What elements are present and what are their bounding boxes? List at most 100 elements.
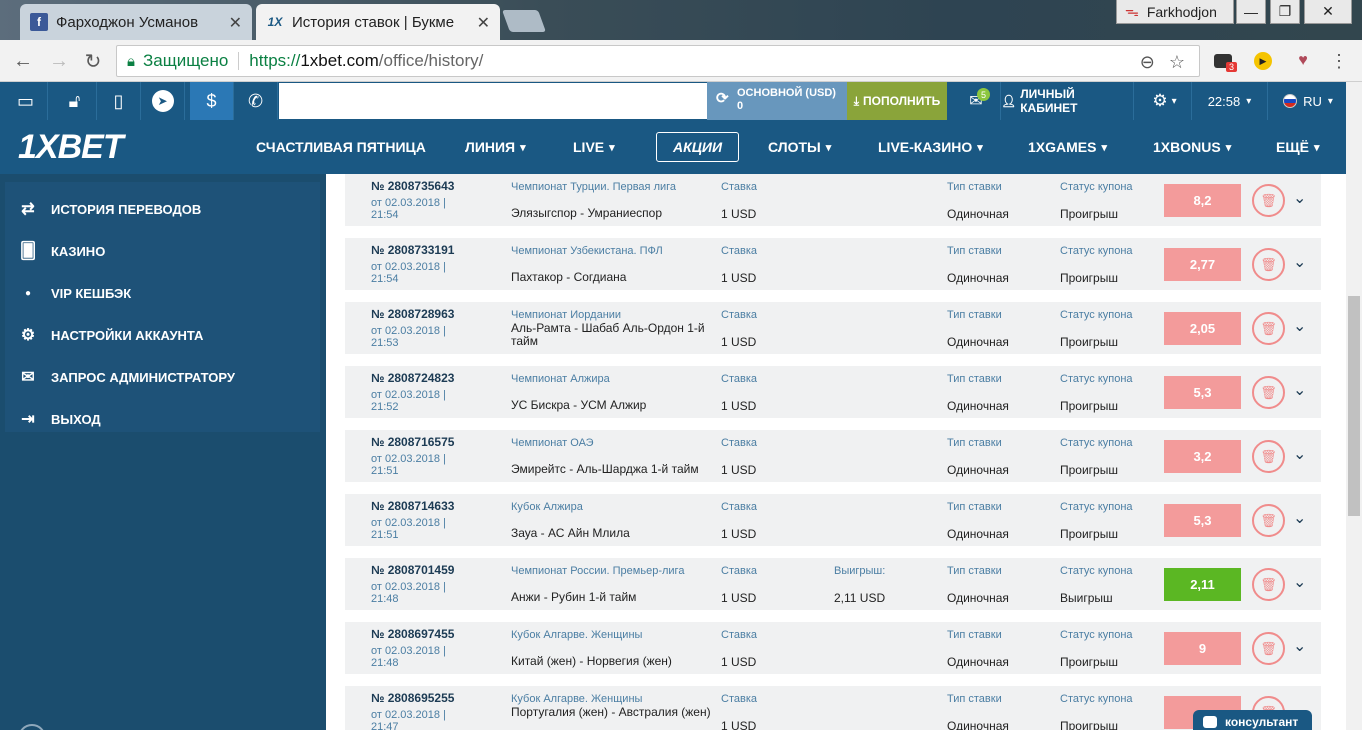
back-arrow-icon[interactable]: ← bbox=[10, 48, 36, 74]
minimize-button[interactable]: — bbox=[1236, 0, 1266, 24]
maximize-button[interactable]: ❐ bbox=[1270, 0, 1300, 24]
bet-league[interactable]: Чемпионат Турции. Первая лига bbox=[511, 181, 676, 193]
browser-tab-active[interactable]: 1X История ставок | Букме ✕ bbox=[256, 4, 500, 40]
trash-icon[interactable]: 🗑︎ bbox=[1252, 312, 1285, 345]
bet-time: 21:52 bbox=[371, 401, 399, 413]
sidebar-item-admin-request[interactable]: ✉ ЗАПРОС АДМИНИСТРАТОРУ bbox=[5, 356, 320, 398]
nav-slots[interactable]: СЛОТЫ ▾ bbox=[768, 120, 831, 174]
settings-button[interactable]: ⚙ ▾ bbox=[1138, 82, 1192, 120]
consultant-button[interactable]: консультант bbox=[1193, 710, 1312, 730]
extension-badge: 3 bbox=[1226, 62, 1238, 72]
consultant-label: консультант bbox=[1225, 715, 1299, 729]
mobile-icon[interactable]: ▯ bbox=[97, 82, 141, 120]
nav-line[interactable]: ЛИНИЯ ▾ bbox=[465, 120, 526, 174]
nav-1xgames[interactable]: 1XGAMES ▾ bbox=[1028, 120, 1107, 174]
profile-chip[interactable]: ᯓ Farkhodjon bbox=[1116, 0, 1234, 24]
address-bar[interactable]: 🔒︎ Защищено https://1xbet.com/office/his… bbox=[116, 45, 1200, 77]
stake-value: 1 USD bbox=[721, 335, 757, 349]
bet-row[interactable]: № 2808735643 от 02.03.2018 | 21:54 Чемпиона… bbox=[345, 174, 1321, 226]
personal-cabinet-button[interactable]: 👤︎ ЛИЧНЫЙ КАБИНЕТ bbox=[1000, 82, 1134, 120]
bet-coefficient-badge: 5,3 bbox=[1164, 504, 1241, 537]
bet-league[interactable]: Чемпионат России. Премьер-лига bbox=[511, 565, 684, 577]
chevron-down-icon[interactable]: ⌄ bbox=[1293, 188, 1306, 208]
window-close-button[interactable]: ✕ bbox=[1304, 0, 1352, 24]
sidebar-item-transfer-history[interactable]: ⇄ ИСТОРИЯ ПЕРЕВОДОВ bbox=[5, 188, 320, 230]
dollar-icon[interactable]: $ bbox=[190, 82, 234, 120]
nav-label: 1XBONUS bbox=[1153, 139, 1221, 155]
bet-league[interactable]: Кубок Алгарве. Женщины bbox=[511, 629, 642, 641]
deposit-button[interactable]: ⤓ ПОПОЛНИТЬ bbox=[847, 82, 947, 120]
sidebar-item-account-settings[interactable]: ⚙ НАСТРОЙКИ АККАУНТА bbox=[5, 314, 320, 356]
nav-1xbonus[interactable]: 1XBONUS ▾ bbox=[1153, 120, 1231, 174]
play-extension-icon[interactable]: ▶ bbox=[1250, 48, 1276, 74]
trash-icon[interactable]: 🗑︎ bbox=[1252, 568, 1285, 601]
bet-row[interactable]: № 2808697455 от 02.03.2018 | 21:48 Кубок Ал… bbox=[345, 622, 1321, 674]
trash-icon[interactable]: 🗑︎ bbox=[1252, 376, 1285, 409]
trash-icon[interactable]: 🗑︎ bbox=[1252, 248, 1285, 281]
bet-row[interactable]: № 2808714633 от 02.03.2018 | 21:51 Кубок Ал… bbox=[345, 494, 1321, 546]
trash-icon[interactable]: 🗑︎ bbox=[1252, 184, 1285, 217]
desktop-icon[interactable]: ▭ bbox=[4, 82, 48, 120]
forward-arrow-icon[interactable]: → bbox=[46, 48, 72, 74]
reload-icon[interactable]: ↻ bbox=[80, 48, 106, 74]
language-selector[interactable]: RU ▾ bbox=[1270, 82, 1346, 120]
trash-icon[interactable]: 🗑︎ bbox=[1252, 504, 1285, 537]
sidebar-item-label: ИСТОРИЯ ПЕРЕВОДОВ bbox=[51, 201, 202, 217]
mail-button[interactable]: ✉ 5 bbox=[954, 82, 998, 120]
bet-league[interactable]: Чемпионат ОАЭ bbox=[511, 437, 594, 449]
trash-icon[interactable]: 🗑︎ bbox=[1252, 632, 1285, 665]
close-icon[interactable]: ✕ bbox=[229, 13, 242, 33]
bet-number: № 2808697455 bbox=[371, 627, 455, 641]
bet-row[interactable]: № 2808716575 от 02.03.2018 | 21:51 Чемпиона… bbox=[345, 430, 1321, 482]
menu-dots-icon[interactable]: ⋮ bbox=[1326, 48, 1352, 74]
bet-row[interactable]: № 2808701459 от 02.03.2018 | 21:48 Чемпиона… bbox=[345, 558, 1321, 610]
zoom-icon[interactable]: ⊖ bbox=[1140, 52, 1155, 73]
chevron-down-icon[interactable]: ⌄ bbox=[1293, 380, 1306, 400]
trash-icon[interactable]: 🗑︎ bbox=[1252, 440, 1285, 473]
bet-row[interactable]: № 2808724823 от 02.03.2018 | 21:52 Чемпиона… bbox=[345, 366, 1321, 418]
chevron-down-icon[interactable]: ⌄ bbox=[1293, 316, 1306, 336]
bet-league[interactable]: Чемпионат Узбекистана. ПФЛ bbox=[511, 245, 663, 257]
bet-type-label: Тип ставки bbox=[947, 309, 1002, 321]
telegram-icon[interactable]: ➤ bbox=[141, 82, 185, 120]
time-selector[interactable]: 22:58 ▾ bbox=[1192, 82, 1268, 120]
close-icon[interactable]: ✕ bbox=[477, 13, 490, 33]
bet-league[interactable]: Чемпионат Алжира bbox=[511, 373, 610, 385]
nav-lucky-friday[interactable]: СЧАСТЛИВАЯ ПЯТНИЦА bbox=[256, 120, 426, 174]
sidebar-item-vip-cashback[interactable]: ● VIP КЕШБЭК bbox=[5, 272, 320, 314]
nav-more[interactable]: ЕЩЁ ▾ bbox=[1276, 120, 1320, 174]
bet-coefficient-badge: 9 bbox=[1164, 632, 1241, 665]
bet-league[interactable]: Кубок Алжира bbox=[511, 501, 583, 513]
chevron-down-icon[interactable]: ⌄ bbox=[1293, 572, 1306, 592]
scrollbar-thumb[interactable] bbox=[1348, 296, 1360, 516]
nav-promotions[interactable]: АКЦИИ bbox=[656, 120, 740, 174]
sidebar-item-casino[interactable]: 🂠 КАЗИНО bbox=[5, 230, 320, 272]
phone-icon[interactable]: ✆ bbox=[234, 82, 278, 120]
chevron-down-icon[interactable]: ⌄ bbox=[1293, 444, 1306, 464]
bet-row[interactable]: № 2808728963 от 02.03.2018 | 21:53 Чемпиона… bbox=[345, 302, 1321, 354]
extension-icon[interactable]: 3 bbox=[1210, 48, 1238, 74]
chevron-down-icon: ▾ bbox=[1327, 95, 1333, 107]
bet-row[interactable]: № 2808695255 от 02.03.2018 | 21:47 Кубок Ал… bbox=[345, 686, 1321, 730]
coupon-status-label: Статус купона bbox=[1060, 245, 1133, 257]
sidebar-item-logout[interactable]: ⇥ ВЫХОД bbox=[5, 398, 320, 440]
bet-league[interactable]: Кубок Алгарве. Женщины bbox=[511, 693, 642, 705]
1xbet-logo[interactable]: 1XBET bbox=[18, 128, 124, 167]
bet-row[interactable]: № 2808733191 от 02.03.2018 | 21:54 Чемпиона… bbox=[345, 238, 1321, 290]
refresh-icon[interactable]: ⟳ bbox=[716, 91, 729, 106]
bookmark-star-icon[interactable]: ☆ bbox=[1169, 52, 1185, 73]
chevron-down-icon[interactable]: ⌄ bbox=[1293, 252, 1306, 272]
user-icon: 👤︎ bbox=[1001, 94, 1017, 108]
balance-box[interactable]: ⟳ ОСНОВНОЙ (USD) 0 bbox=[707, 82, 847, 120]
bet-datetime: от 02.03.2018 | 21:53 bbox=[371, 325, 446, 349]
browser-tab[interactable]: f Фарходжон Усманов ✕ bbox=[20, 4, 252, 40]
nav-live[interactable]: LIVE ▾ bbox=[573, 120, 615, 174]
nav-live-casino[interactable]: LIVE-КАЗИНО ▾ bbox=[878, 120, 983, 174]
new-tab-button[interactable] bbox=[501, 10, 547, 32]
heart-extension-icon[interactable]: ♥ bbox=[1290, 48, 1316, 74]
chevron-down-icon[interactable]: ⌄ bbox=[1293, 508, 1306, 528]
bet-league[interactable]: Чемпионат Иордании bbox=[511, 309, 621, 321]
bet-number: № 2808716575 bbox=[371, 435, 455, 449]
unlock-icon[interactable]: 🔓︎ bbox=[53, 82, 97, 120]
chevron-down-icon[interactable]: ⌄ bbox=[1293, 636, 1306, 656]
